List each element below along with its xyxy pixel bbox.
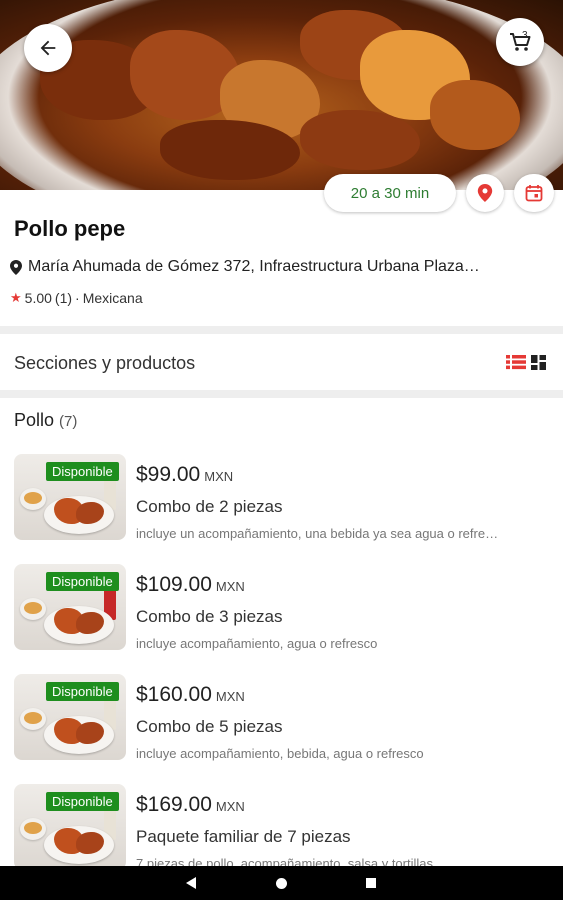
product-item[interactable]: Disponible $99.00 MXN Combo de 2 piezas i… (0, 452, 563, 552)
product-description: incluye acompañamiento, agua o refresco (136, 636, 378, 651)
product-description: incluye un acompañamiento, una bebida ya… (136, 526, 499, 541)
list-view-icon (506, 355, 526, 370)
divider (0, 390, 563, 398)
available-badge: Disponible (46, 572, 119, 591)
product-item[interactable]: Disponible $169.00 MXN Paquete familiar d… (0, 782, 563, 866)
rating-separator: · (75, 290, 80, 306)
rating-value: 5.00 (24, 290, 52, 306)
available-badge: Disponible (46, 682, 119, 701)
sections-title: Secciones y productos (14, 353, 196, 373)
list-view-toggle[interactable] (506, 354, 526, 375)
cart-button[interactable]: 3 (496, 18, 544, 66)
product-image: Disponible (14, 454, 126, 540)
store-rating-row: ★ 5.00 (1) · Mexicana (10, 290, 143, 306)
product-name: Combo de 2 piezas (136, 497, 283, 516)
rating-count: (1) (54, 290, 73, 306)
product-name: Paquete familiar de 7 piezas (136, 827, 351, 846)
store-address: María Ahumada de Gómez 372, Infraestruct… (28, 258, 480, 275)
grid-view-icon (531, 355, 546, 370)
back-button[interactable] (24, 24, 72, 72)
store-address-row: María Ahumada de Gómez 372, Infraestruct… (10, 258, 480, 276)
product-description: 7 piezas de pollo, acompañamiento, salsa… (136, 856, 433, 866)
available-badge: Disponible (46, 462, 119, 481)
star-icon: ★ (10, 290, 22, 305)
nav-back-icon[interactable] (186, 877, 196, 889)
category-count: (7) (59, 413, 78, 430)
product-description: incluye acompañamiento, bebida, agua o r… (136, 746, 424, 761)
arrow-left-icon (40, 40, 56, 56)
product-price: $109.00 MXN (136, 573, 245, 596)
divider (0, 326, 563, 334)
product-image: Disponible (14, 674, 126, 760)
category-name: Pollo (14, 410, 55, 430)
schedule-button[interactable] (514, 174, 554, 212)
product-item[interactable]: Disponible $160.00 MXN Combo de 5 piezas … (0, 672, 563, 772)
nav-recents-icon[interactable] (366, 878, 376, 888)
product-image: Disponible (14, 784, 126, 866)
nav-home-icon[interactable] (276, 878, 287, 889)
calendar-icon (525, 185, 543, 202)
category-title: Pollo (7) (14, 410, 77, 431)
product-price: $169.00 MXN (136, 793, 245, 816)
product-image: Disponible (14, 564, 126, 650)
location-button[interactable] (466, 174, 504, 212)
store-hero-image (0, 0, 563, 190)
grid-view-toggle[interactable] (531, 355, 546, 375)
product-currency: MXN (204, 469, 234, 484)
product-price: $99.00 MXN (136, 463, 234, 486)
product-currency: MXN (215, 689, 245, 704)
store-name: Pollo pepe (14, 216, 126, 241)
product-currency: MXN (215, 799, 245, 814)
cart-icon: 3 (510, 30, 531, 51)
delivery-time-text: 20 a 30 min (350, 184, 430, 202)
store-category: Mexicana (82, 290, 143, 306)
product-name: Combo de 3 piezas (136, 607, 283, 626)
cart-count: 3 (522, 30, 528, 41)
product-name: Combo de 5 piezas (136, 717, 283, 736)
delivery-time-badge: 20 a 30 min (324, 174, 456, 212)
map-pin-icon (477, 184, 493, 202)
product-currency: MXN (215, 579, 245, 594)
available-badge: Disponible (46, 792, 119, 811)
map-pin-small-icon (10, 259, 22, 275)
product-item[interactable]: Disponible $109.00 MXN Combo de 3 piezas … (0, 562, 563, 662)
product-price: $160.00 MXN (136, 683, 245, 706)
